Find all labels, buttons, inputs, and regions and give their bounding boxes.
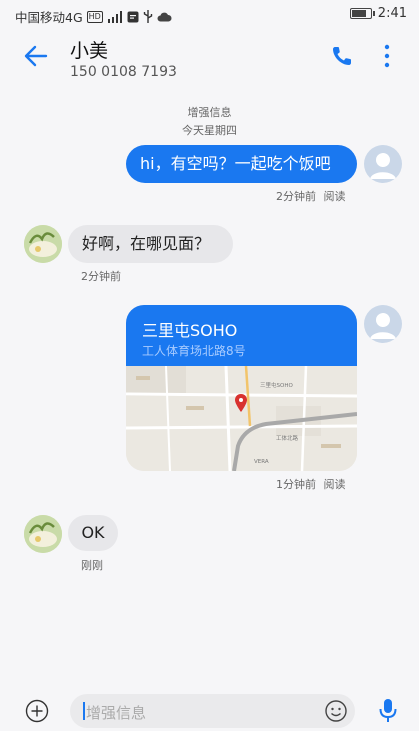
outgoing-message-bubble[interactable]: hi，有空吗？一起吃个饭吧	[126, 145, 357, 183]
message-text: hi，有空吗？一起吃个饭吧	[140, 154, 331, 173]
back-arrow-icon[interactable]	[22, 42, 50, 70]
date-separator: 今天星期四	[182, 124, 237, 137]
incoming-message-bubble[interactable]: OK	[68, 515, 118, 551]
message-time: 刚刚	[81, 559, 103, 572]
add-attachment-icon[interactable]	[25, 699, 49, 723]
contact-photo	[24, 515, 62, 553]
carrier-label: 中国移动4G	[15, 10, 83, 25]
self-avatar[interactable]	[364, 305, 402, 343]
message-text: 好啊，在哪见面？	[82, 234, 211, 253]
person-icon	[370, 153, 396, 179]
contact-name: 小美	[70, 40, 109, 62]
map-label: 工体北路	[276, 434, 299, 442]
emoji-icon[interactable]	[324, 699, 348, 723]
status-bar: 中国移动4G HD 2:41	[0, 0, 419, 30]
text-cursor	[83, 702, 85, 720]
composer-bar: 增强信息	[0, 690, 419, 731]
conversation-header: 小美 150 0108 7193	[0, 30, 419, 90]
incoming-message-bubble[interactable]: 好啊，在哪见面？	[68, 225, 233, 263]
message-meta: 1分钟前 阅读	[276, 478, 346, 491]
battery-icon	[349, 8, 375, 19]
contact-phone: 150 0108 7193	[70, 64, 177, 80]
message-time: 2分钟前	[81, 270, 121, 283]
status-time: 2:41	[377, 6, 407, 21]
map-preview[interactable]: 三里屯SOHO 工体北路 VERA	[126, 366, 357, 471]
message-input[interactable]: 增强信息	[70, 694, 355, 728]
input-placeholder: 增强信息	[86, 704, 147, 722]
hd-icon: HD	[86, 10, 103, 23]
more-options-icon[interactable]	[382, 43, 392, 69]
status-right: 2:41	[349, 6, 407, 21]
map-label: 三里屯SOHO	[260, 381, 293, 389]
enhanced-message-label: 增强信息	[187, 106, 232, 119]
phone-icon[interactable]	[330, 44, 354, 68]
contact-photo	[24, 225, 62, 263]
cloud-icon	[157, 12, 172, 21]
map-label: VERA	[254, 459, 269, 465]
person-icon	[370, 313, 396, 339]
signal-icon	[107, 10, 122, 23]
location-address: 工人体育场北路8号	[142, 344, 246, 358]
self-avatar[interactable]	[364, 145, 402, 183]
status-left: 中国移动4G HD	[15, 7, 172, 26]
location-header: 三里屯SOHO 工人体育场北路8号	[126, 305, 357, 366]
message-meta: 2分钟前 阅读	[276, 190, 346, 203]
location-message-card[interactable]: 三里屯SOHO 工人体育场北路8号 三里屯SOHO 工体北路 VERA	[126, 305, 357, 471]
message-text: OK	[81, 523, 105, 542]
contact-avatar[interactable]	[24, 225, 62, 263]
message-icon	[127, 11, 139, 22]
usb-icon	[143, 10, 153, 23]
location-title: 三里屯SOHO	[142, 321, 238, 340]
microphone-icon[interactable]	[378, 698, 398, 724]
contact-avatar[interactable]	[24, 515, 62, 553]
